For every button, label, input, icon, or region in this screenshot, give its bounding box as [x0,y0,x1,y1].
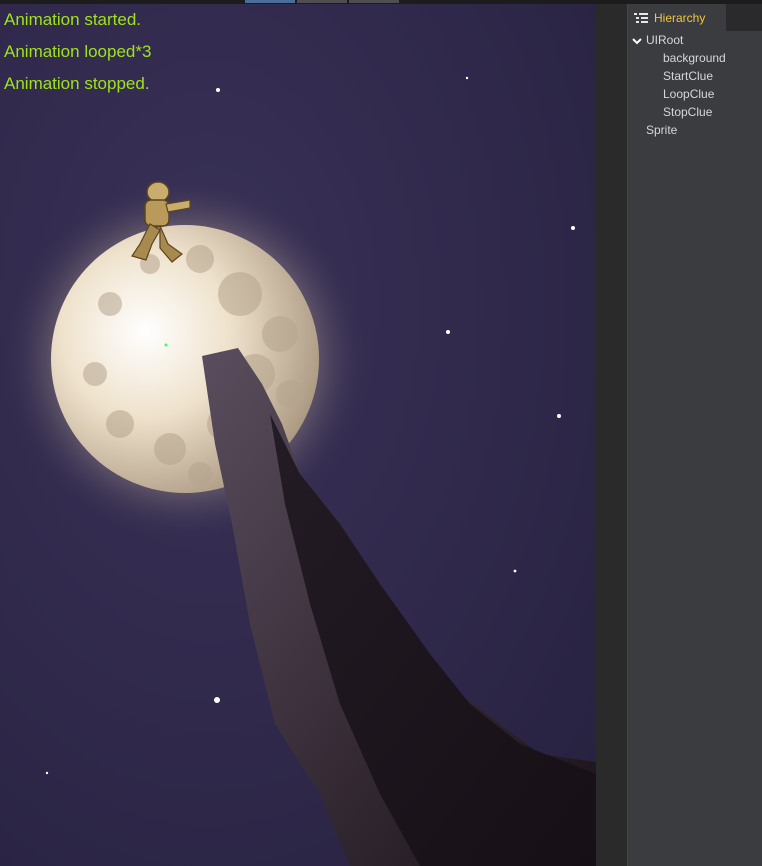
tab-hierarchy[interactable]: Hierarchy [628,4,726,31]
tab-hierarchy-label: Hierarchy [654,10,706,25]
toolbar-tab-active[interactable] [245,0,295,3]
tree-node-sprite[interactable]: Sprite [646,121,677,139]
loop-clue-text: Animation looped*3 [4,42,152,61]
tree-node-stopclue[interactable]: StopClue [663,103,712,121]
tree-node-loopclue[interactable]: LoopClue [663,85,714,103]
hierarchy-panel: Hierarchy UIRoot background StartClue Lo… [628,4,762,866]
tree-node-background[interactable]: background [663,49,726,67]
stop-clue-text: Animation stopped. [4,74,150,93]
chevron-down-icon[interactable] [631,35,643,47]
panel-gutter [596,4,628,866]
start-clue-text: Animation started. [4,10,142,29]
scene-canvas [0,4,596,866]
tree-node-uiroot[interactable]: UIRoot [631,31,683,49]
toolbar-tab[interactable] [349,0,399,3]
panel-tabbar: Hierarchy [628,4,762,31]
hierarchy-list-icon [634,12,648,23]
toolbar-tab[interactable] [297,0,347,3]
tree-node-startclue[interactable]: StartClue [663,67,713,85]
tree-node-label: UIRoot [646,33,684,47]
pivot-marker [164,343,168,347]
game-viewport[interactable]: Animation started. Animation looped*3 An… [0,4,596,866]
